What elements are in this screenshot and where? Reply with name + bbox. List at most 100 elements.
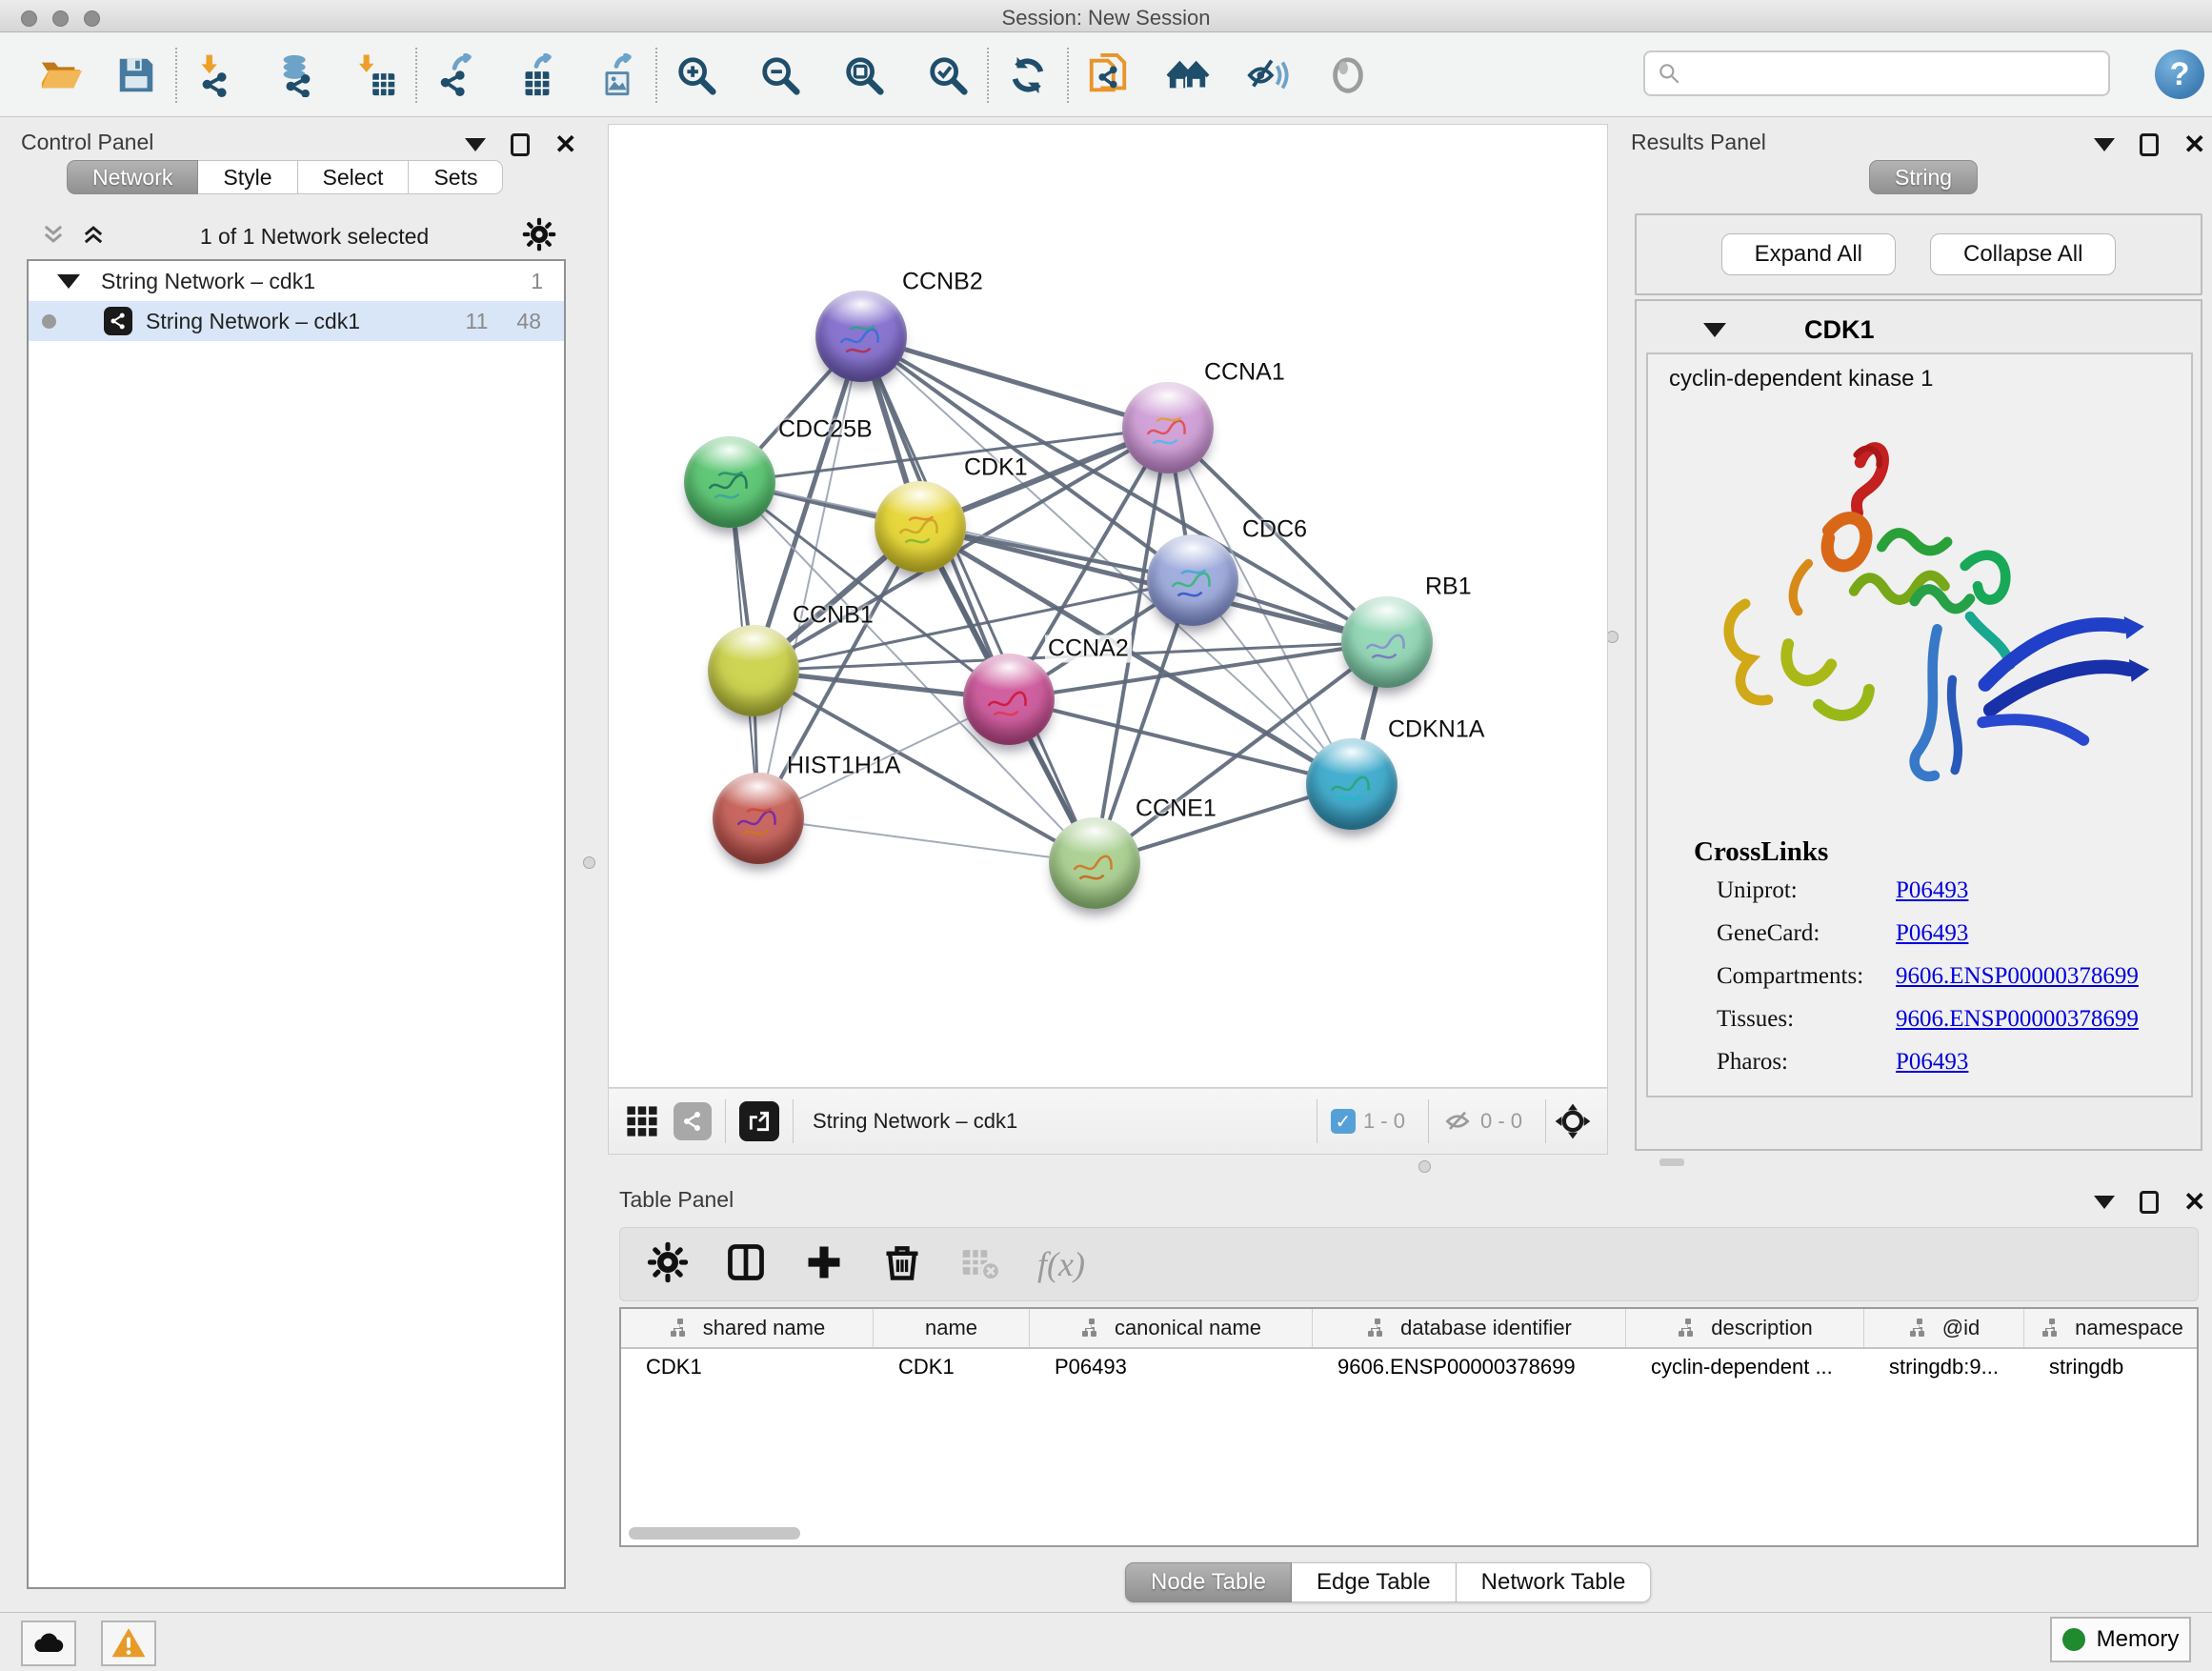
search-field[interactable] xyxy=(1643,50,2110,96)
tab-select[interactable]: Select xyxy=(298,160,410,194)
column-header-@id[interactable]: @id xyxy=(1864,1309,2024,1347)
crosslink-link[interactable]: P06493 xyxy=(1896,877,1968,904)
column-header-name[interactable]: name xyxy=(874,1309,1030,1347)
network-node-ccne1[interactable] xyxy=(1049,817,1140,909)
import-network-database-icon[interactable] xyxy=(271,50,322,101)
share-document-icon[interactable] xyxy=(1082,50,1134,101)
gene-section-header[interactable]: CDK1 xyxy=(1644,309,2191,351)
network-node-cdc25b[interactable] xyxy=(684,436,775,528)
network-node-ccna1[interactable] xyxy=(1122,382,1214,473)
network-node-ccnb2[interactable] xyxy=(815,291,907,382)
tab-network-table[interactable]: Network Table xyxy=(1457,1562,1652,1602)
search-input[interactable] xyxy=(1681,54,2108,92)
results-hscroll-thumb[interactable] xyxy=(1659,1158,1684,1166)
network-node-cdc6[interactable] xyxy=(1147,534,1238,626)
network-options-gear-icon[interactable] xyxy=(522,217,556,256)
import-network-icon[interactable] xyxy=(191,50,242,101)
show-columns-icon[interactable] xyxy=(725,1241,767,1288)
network-edge[interactable] xyxy=(758,818,1095,863)
table-row[interactable]: CDK1CDK1P064939606.ENSP00000378699cyclin… xyxy=(621,1349,2197,1385)
network-view-canvas[interactable]: CCNB2 CCNA1 CDC25B CDK1 CDC6 RB1 CCNB1 C… xyxy=(608,124,1608,1088)
column-header-description[interactable]: description xyxy=(1626,1309,1864,1347)
table-cell[interactable]: stringdb xyxy=(2024,1355,2199,1379)
network-row-selected[interactable]: String Network – cdk1 11 48 xyxy=(29,301,564,341)
crosslink-link[interactable]: P06493 xyxy=(1896,1049,1968,1076)
zoom-in-icon[interactable] xyxy=(671,50,722,101)
collection-expander-icon[interactable] xyxy=(57,274,80,289)
grid-view-icon[interactable] xyxy=(626,1105,658,1137)
crosslink-link[interactable]: P06493 xyxy=(1896,920,1968,947)
network-node-rb1[interactable] xyxy=(1341,596,1433,688)
crosslink-link[interactable]: 9606.ENSP00000378699 xyxy=(1896,963,2139,990)
collapse-all-chevron-icon[interactable] xyxy=(40,221,67,252)
homes-icon[interactable] xyxy=(1162,50,1214,101)
left-splitter-handle[interactable] xyxy=(583,856,595,869)
table-panel-maximize-icon[interactable] xyxy=(2140,1191,2159,1214)
tab-network[interactable]: Network xyxy=(67,160,198,194)
network-collection-row[interactable]: String Network – cdk1 1 xyxy=(29,261,564,301)
tab-string[interactable]: String xyxy=(1869,160,1978,194)
help-icon[interactable]: ? xyxy=(2155,50,2204,99)
table-cell[interactable]: CDK1 xyxy=(874,1355,1030,1379)
add-column-icon[interactable] xyxy=(803,1241,845,1288)
gene-expander-icon[interactable] xyxy=(1703,323,1726,337)
delete-column-icon[interactable] xyxy=(881,1241,923,1288)
table-cell[interactable]: stringdb:9... xyxy=(1864,1355,2024,1379)
network-edge[interactable] xyxy=(1009,699,1352,784)
network-node-cdkn1a[interactable] xyxy=(1306,738,1398,830)
table-settings-gear-icon[interactable] xyxy=(647,1241,689,1288)
zoom-selected-icon[interactable] xyxy=(922,50,974,101)
warning-button[interactable] xyxy=(101,1621,156,1666)
network-edge[interactable] xyxy=(861,336,1168,428)
table-cell[interactable]: CDK1 xyxy=(621,1355,874,1379)
results-panel-float-icon[interactable] xyxy=(2094,138,2115,151)
preview-sphere-icon[interactable] xyxy=(1322,50,1374,101)
save-session-icon[interactable] xyxy=(111,50,162,101)
table-panel-float-icon[interactable] xyxy=(2094,1196,2115,1209)
export-table-icon[interactable] xyxy=(511,50,562,101)
tab-node-table[interactable]: Node Table xyxy=(1125,1562,1292,1602)
export-image-icon[interactable] xyxy=(591,50,642,101)
bottom-splitter-handle[interactable] xyxy=(1418,1160,1431,1173)
expand-all-button[interactable]: Expand All xyxy=(1721,233,1896,275)
network-node-cdk1[interactable] xyxy=(875,481,966,573)
network-edge[interactable] xyxy=(758,336,861,818)
tab-sets[interactable]: Sets xyxy=(409,160,503,194)
network-edge[interactable] xyxy=(861,336,1095,863)
export-network-icon[interactable] xyxy=(431,50,482,101)
control-panel-float-icon[interactable] xyxy=(465,138,486,151)
table-cell[interactable]: P06493 xyxy=(1030,1355,1313,1379)
results-panel-close-icon[interactable]: ✕ xyxy=(2183,133,2205,156)
table-panel-close-icon[interactable]: ✕ xyxy=(2183,1191,2205,1214)
network-share-view-icon[interactable] xyxy=(674,1102,712,1140)
column-header-namespace[interactable]: namespace xyxy=(2024,1309,2199,1347)
collapse-all-button[interactable]: Collapse All xyxy=(1930,233,2116,275)
memory-button[interactable]: Memory xyxy=(2050,1617,2191,1662)
table-cell[interactable]: cyclin-dependent ... xyxy=(1626,1355,1864,1379)
cloud-button[interactable] xyxy=(21,1621,76,1666)
refresh-icon[interactable] xyxy=(1002,50,1054,101)
function-builder-icon[interactable]: f(x) xyxy=(1037,1244,1085,1284)
control-panel-maximize-icon[interactable] xyxy=(511,133,530,156)
import-table-icon[interactable] xyxy=(351,50,402,101)
zoom-fit-icon[interactable] xyxy=(838,50,890,101)
selected-checkbox-icon[interactable]: ✓ xyxy=(1331,1109,1356,1134)
control-panel-close-icon[interactable]: ✕ xyxy=(554,133,576,156)
open-session-icon[interactable] xyxy=(34,50,86,101)
birds-eye-crosshair-icon[interactable] xyxy=(1554,1102,1592,1140)
network-node-hist1h1a[interactable] xyxy=(713,773,804,864)
hidden-eye-icon[interactable] xyxy=(1442,1106,1473,1137)
expand-all-chevron-icon[interactable] xyxy=(80,221,107,252)
tab-edge-table[interactable]: Edge Table xyxy=(1292,1562,1457,1602)
network-node-ccnb1[interactable] xyxy=(708,625,799,716)
hide-eye-icon[interactable] xyxy=(1242,50,1294,101)
table-hscroll-thumb[interactable] xyxy=(629,1527,800,1540)
column-header-canonicalname[interactable]: canonical name xyxy=(1030,1309,1313,1347)
column-header-sharedname[interactable]: shared name xyxy=(621,1309,874,1347)
results-panel-maximize-icon[interactable] xyxy=(2140,133,2159,156)
network-node-ccna2[interactable] xyxy=(963,654,1055,745)
tab-style[interactable]: Style xyxy=(198,160,297,194)
column-header-databaseidentifier[interactable]: database identifier xyxy=(1313,1309,1626,1347)
open-in-new-window-icon[interactable] xyxy=(739,1101,779,1141)
zoom-out-icon[interactable] xyxy=(754,50,806,101)
